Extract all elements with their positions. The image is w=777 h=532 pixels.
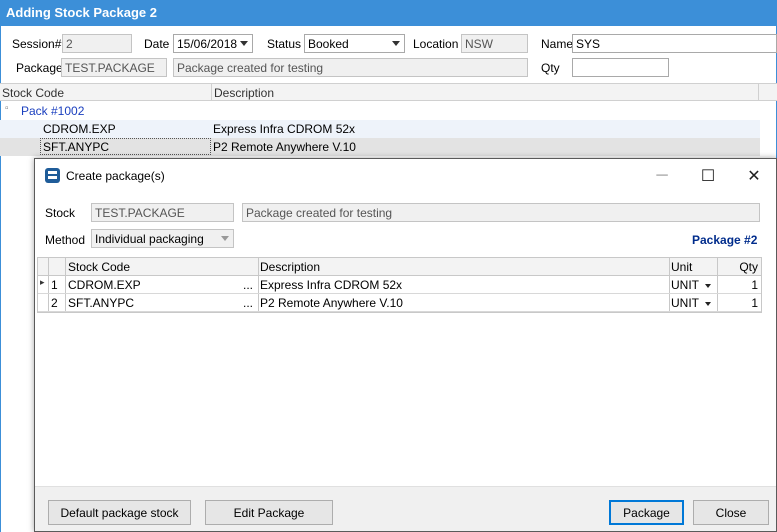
table-row[interactable]: 2 SFT.ANYPC ... P2 Remote Anywhere V.10 … bbox=[38, 294, 761, 312]
edit-package-button[interactable]: Edit Package bbox=[205, 500, 333, 525]
stock-code-field: TEST.PACKAGE bbox=[91, 203, 234, 222]
row-indicator-icon: ▸ bbox=[40, 277, 45, 287]
unit-cell[interactable]: UNIT bbox=[671, 296, 699, 310]
dialog-title-bar[interactable]: Create package(s) ─ ☐ ✕ bbox=[35, 159, 776, 193]
location-field: NSW bbox=[461, 34, 528, 53]
column-header-description[interactable]: Description bbox=[260, 260, 320, 274]
chevron-down-icon[interactable] bbox=[705, 302, 711, 306]
window-title-bar: Adding Stock Package 2 bbox=[0, 0, 777, 26]
stock-label: Stock bbox=[45, 206, 76, 220]
method-select[interactable]: Individual packaging bbox=[91, 229, 234, 248]
method-value: Individual packaging bbox=[95, 232, 204, 246]
description-cell[interactable]: Express Infra CDROM 52x bbox=[260, 278, 402, 292]
ellipsis-button[interactable]: ... bbox=[243, 278, 253, 292]
chevron-down-icon[interactable] bbox=[221, 236, 229, 241]
status-value: Booked bbox=[308, 37, 349, 51]
column-divider[interactable] bbox=[758, 84, 759, 101]
package-number-label: Package #2 bbox=[692, 233, 758, 247]
date-label: Date bbox=[144, 37, 170, 51]
stock-description-field: Package created for testing bbox=[242, 203, 760, 222]
package-button[interactable]: Package bbox=[609, 500, 684, 525]
column-divider[interactable] bbox=[211, 84, 212, 101]
create-package-dialog: Create package(s) ─ ☐ ✕ Stock TEST.PACKA… bbox=[34, 158, 777, 532]
tree-item-row[interactable]: CDROM.EXP Express Infra CDROM 52x bbox=[0, 120, 760, 138]
minimize-icon[interactable]: ─ bbox=[639, 159, 685, 193]
tree-item-description: P2 Remote Anywhere V.10 bbox=[213, 140, 356, 154]
row-number: 1 bbox=[51, 278, 58, 292]
qty-field[interactable] bbox=[572, 58, 669, 77]
description-cell[interactable]: P2 Remote Anywhere V.10 bbox=[260, 296, 403, 310]
date-value: 15/06/2018 bbox=[177, 37, 238, 51]
default-package-stock-button[interactable]: Default package stock bbox=[48, 500, 191, 525]
tree-collapse-icon[interactable]: ▫ bbox=[5, 103, 9, 114]
package-items-grid: Stock Code Description Unit Qty ▸ 1 CDRO… bbox=[37, 257, 762, 313]
unit-cell[interactable]: UNIT bbox=[671, 278, 699, 292]
column-header-qty[interactable]: Qty bbox=[739, 260, 758, 274]
chevron-down-icon[interactable] bbox=[705, 284, 711, 288]
tree-item-code: SFT.ANYPC bbox=[43, 140, 110, 154]
window-title: Adding Stock Package 2 bbox=[6, 5, 157, 20]
session-field: 2 bbox=[62, 34, 132, 53]
tree-item-code: CDROM.EXP bbox=[43, 122, 116, 136]
name-label: Name bbox=[541, 37, 574, 51]
column-header-stock-code[interactable]: Stock Code bbox=[68, 260, 130, 274]
app-icon bbox=[45, 168, 60, 183]
status-select[interactable]: Booked bbox=[304, 34, 405, 53]
tree-group-label[interactable]: Pack #1002 bbox=[21, 104, 84, 118]
tree-item-row-selected[interactable]: SFT.ANYPC P2 Remote Anywhere V.10 bbox=[0, 138, 760, 156]
status-label: Status bbox=[267, 37, 302, 51]
column-header-stock-code[interactable]: Stock Code bbox=[2, 86, 64, 100]
method-label: Method bbox=[45, 233, 86, 247]
session-label: Session# bbox=[12, 37, 62, 51]
package-label: Package bbox=[16, 61, 63, 75]
qty-cell[interactable]: 1 bbox=[751, 296, 758, 310]
close-button[interactable]: Close bbox=[693, 500, 769, 525]
chevron-down-icon[interactable] bbox=[240, 41, 248, 46]
location-label: Location bbox=[413, 37, 459, 51]
tree-item-description: Express Infra CDROM 52x bbox=[213, 122, 356, 136]
ellipsis-button[interactable]: ... bbox=[243, 296, 253, 310]
name-field[interactable]: SYS bbox=[572, 34, 777, 53]
row-number: 2 bbox=[51, 296, 58, 310]
stock-code-cell[interactable]: CDROM.EXP bbox=[68, 278, 141, 292]
qty-label: Qty bbox=[541, 61, 560, 75]
column-header-description[interactable]: Description bbox=[214, 86, 274, 100]
table-row[interactable]: ▸ 1 CDROM.EXP ... Express Infra CDROM 52… bbox=[38, 276, 761, 294]
column-header-unit[interactable]: Unit bbox=[671, 260, 692, 274]
package-code-field: TEST.PACKAGE bbox=[61, 58, 167, 77]
stock-grid-header: Stock Code Description bbox=[0, 83, 777, 101]
date-picker[interactable]: 15/06/2018 bbox=[173, 34, 253, 53]
tree-group-row[interactable]: ▫ Pack #1002 bbox=[0, 102, 760, 120]
close-icon[interactable]: ✕ bbox=[731, 159, 777, 193]
package-description-field: Package created for testing bbox=[173, 58, 528, 77]
grid-header: Stock Code Description Unit Qty bbox=[38, 258, 761, 276]
chevron-down-icon[interactable] bbox=[392, 41, 400, 46]
qty-cell[interactable]: 1 bbox=[751, 278, 758, 292]
dialog-title: Create package(s) bbox=[66, 169, 165, 183]
stock-code-cell[interactable]: SFT.ANYPC bbox=[68, 296, 134, 310]
maximize-icon[interactable]: ☐ bbox=[685, 159, 731, 193]
